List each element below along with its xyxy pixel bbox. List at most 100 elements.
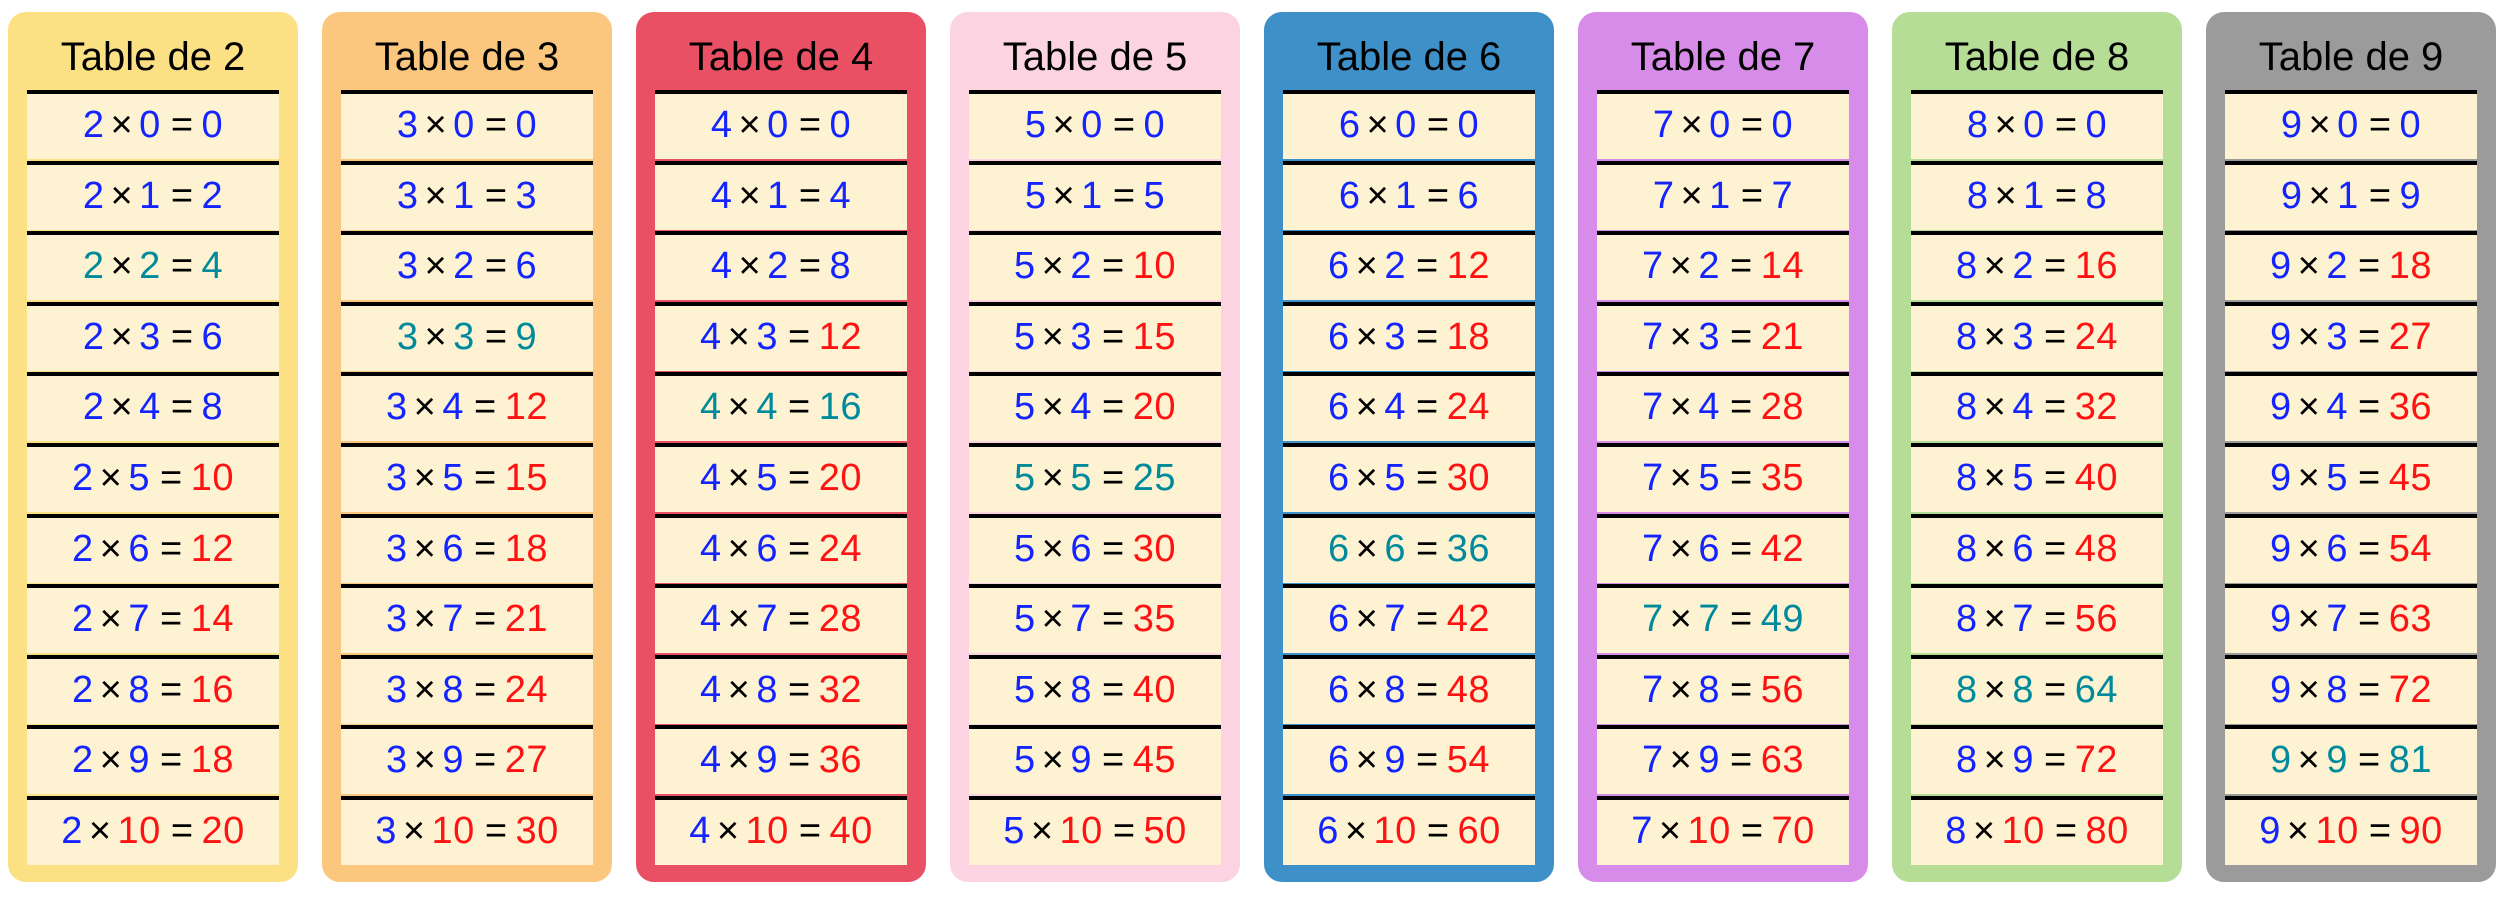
- table-row: 4×2=8: [655, 231, 907, 300]
- table-rows: 6×0=06×1=66×2=126×3=186×4=246×5=306×6=36…: [1283, 90, 1535, 865]
- times-sign: ×: [1674, 175, 1709, 217]
- product: 8: [202, 386, 224, 428]
- times-sign: ×: [1036, 598, 1071, 640]
- equals-sign: =: [1103, 810, 1144, 852]
- times-sign: ×: [408, 669, 443, 711]
- table-row: 9×7=63: [2225, 584, 2477, 653]
- table-row: 8×6=48: [1911, 514, 2163, 583]
- product: 28: [1761, 386, 1804, 428]
- product: 16: [2075, 245, 2118, 287]
- table-row: 4×5=20: [655, 443, 907, 512]
- table-row: 6×10=60: [1283, 796, 1535, 865]
- multiplicand: 7: [1642, 457, 1664, 499]
- multiplier: 4: [1698, 386, 1720, 428]
- times-sign: ×: [94, 598, 129, 640]
- times-sign: ×: [104, 245, 139, 287]
- product: 80: [2086, 810, 2129, 852]
- product: 0: [1144, 104, 1166, 146]
- multiplicand: 7: [1642, 245, 1664, 287]
- equals-sign: =: [1103, 175, 1144, 217]
- product: 0: [2086, 104, 2108, 146]
- product: 24: [505, 669, 548, 711]
- multiplicand: 9: [2281, 104, 2303, 146]
- multiplicand: 9: [2270, 316, 2292, 358]
- multiplicand: 6: [1328, 528, 1350, 570]
- multiplicand: 2: [72, 669, 94, 711]
- equals-sign: =: [778, 386, 819, 428]
- equals-sign: =: [1092, 669, 1133, 711]
- times-sign: ×: [722, 669, 757, 711]
- multiplicand: 8: [1956, 669, 1978, 711]
- table-title: Table de 9: [2225, 29, 2477, 90]
- equals-sign: =: [2348, 598, 2389, 640]
- table-row: 8×3=24: [1911, 302, 2163, 371]
- times-sign: ×: [1036, 245, 1071, 287]
- multiplier: 8: [756, 669, 778, 711]
- equals-sign: =: [2034, 528, 2075, 570]
- equals-sign: =: [2348, 457, 2389, 499]
- table-row: 6×1=6: [1283, 161, 1535, 230]
- times-sign: ×: [722, 739, 757, 781]
- multiplier: 3: [2012, 316, 2034, 358]
- times-sign: ×: [94, 528, 129, 570]
- multiplicand: 3: [397, 175, 419, 217]
- product: 30: [1133, 528, 1176, 570]
- equals-sign: =: [2359, 810, 2400, 852]
- table-row: 2×10=20: [27, 796, 279, 865]
- product: 27: [505, 739, 548, 781]
- times-sign: ×: [1664, 245, 1699, 287]
- product: 36: [819, 739, 862, 781]
- equals-sign: =: [464, 598, 505, 640]
- times-sign: ×: [1350, 386, 1385, 428]
- times-sign: ×: [1036, 386, 1071, 428]
- product: 24: [819, 528, 862, 570]
- times-sign: ×: [2292, 598, 2327, 640]
- table-card-8: Table de 88×0=08×1=88×2=168×3=248×4=328×…: [1892, 12, 2182, 882]
- product: 35: [1133, 598, 1176, 640]
- multiplier: 4: [139, 386, 161, 428]
- multiplicand: 4: [700, 316, 722, 358]
- times-sign: ×: [104, 316, 139, 358]
- times-sign: ×: [1360, 175, 1395, 217]
- table-row: 6×2=12: [1283, 231, 1535, 300]
- multiplier: 3: [1384, 316, 1406, 358]
- table-row: 4×3=12: [655, 302, 907, 371]
- equals-sign: =: [1406, 669, 1447, 711]
- product: 42: [1761, 528, 1804, 570]
- product: 81: [2389, 739, 2432, 781]
- multiplicand: 6: [1328, 386, 1350, 428]
- equals-sign: =: [161, 810, 202, 852]
- multiplicand: 7: [1631, 810, 1653, 852]
- table-row: 4×9=36: [655, 725, 907, 794]
- equals-sign: =: [150, 598, 191, 640]
- product: 40: [830, 810, 873, 852]
- table-rows: 5×0=05×1=55×2=105×3=155×4=205×5=255×6=30…: [969, 90, 1221, 865]
- times-sign: ×: [1664, 528, 1699, 570]
- multiplicand: 8: [1967, 175, 1989, 217]
- multiplier: 9: [442, 739, 464, 781]
- equals-sign: =: [2348, 386, 2389, 428]
- times-sign: ×: [1978, 457, 2013, 499]
- equals-sign: =: [1092, 739, 1133, 781]
- equals-sign: =: [1720, 386, 1761, 428]
- table-card-2: Table de 22×0=02×1=22×2=42×3=62×4=82×5=1…: [8, 12, 298, 882]
- times-sign: ×: [418, 316, 453, 358]
- multiplicand: 5: [1014, 598, 1036, 640]
- multiplier: 10: [1688, 810, 1731, 852]
- equals-sign: =: [1406, 598, 1447, 640]
- multiplicand: 9: [2270, 739, 2292, 781]
- table-row: 4×0=0: [655, 90, 907, 159]
- multiplier: 8: [2326, 669, 2348, 711]
- multiplicand: 4: [700, 528, 722, 570]
- multiplier: 8: [442, 669, 464, 711]
- multiplicand: 4: [711, 175, 733, 217]
- multiplier: 10: [2002, 810, 2045, 852]
- table-row: 5×5=25: [969, 443, 1221, 512]
- times-sign: ×: [418, 175, 453, 217]
- times-sign: ×: [2281, 810, 2316, 852]
- equals-sign: =: [475, 316, 516, 358]
- table-title: Table de 8: [1911, 29, 2163, 90]
- equals-sign: =: [1092, 598, 1133, 640]
- table-row: 8×0=0: [1911, 90, 2163, 159]
- product: 40: [1133, 669, 1176, 711]
